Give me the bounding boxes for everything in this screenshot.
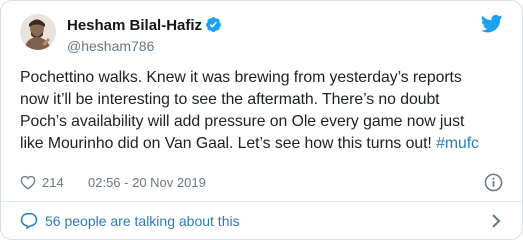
tweet-meta: 214 02:56 - 20 Nov 2019 bbox=[20, 173, 503, 193]
tweet-timestamp[interactable]: 02:56 - 20 Nov 2019 bbox=[88, 175, 206, 190]
tweet-card: Hesham Bilal-Hafiz @hesham786 Pochettino… bbox=[0, 0, 523, 240]
verified-badge-icon bbox=[206, 17, 221, 32]
author-block: Hesham Bilal-Hafiz @hesham786 bbox=[67, 16, 222, 55]
conversation-label[interactable]: 56 people are talking about this bbox=[45, 213, 240, 229]
author-display-name[interactable]: Hesham Bilal-Hafiz bbox=[67, 17, 202, 34]
tweet-text: Pochettino walks. Knew it was brewing fr… bbox=[20, 67, 510, 155]
heart-icon[interactable] bbox=[20, 175, 36, 190]
tweet-header: Hesham Bilal-Hafiz @hesham786 bbox=[20, 14, 503, 58]
conversation-link[interactable]: 56 people are talking about this bbox=[20, 202, 503, 239]
speech-bubble-icon bbox=[20, 213, 38, 229]
author-handle[interactable]: @hesham786 bbox=[67, 37, 222, 55]
like-count[interactable]: 214 bbox=[42, 175, 64, 190]
tweet-body: Pochettino walks. Knew it was brewing fr… bbox=[20, 69, 465, 152]
hashtag-link[interactable]: #mufc bbox=[436, 135, 479, 152]
chevron-right-icon[interactable] bbox=[489, 213, 503, 229]
twitter-bird-icon[interactable] bbox=[481, 14, 503, 34]
info-icon[interactable] bbox=[484, 173, 503, 192]
avatar[interactable] bbox=[20, 14, 56, 50]
